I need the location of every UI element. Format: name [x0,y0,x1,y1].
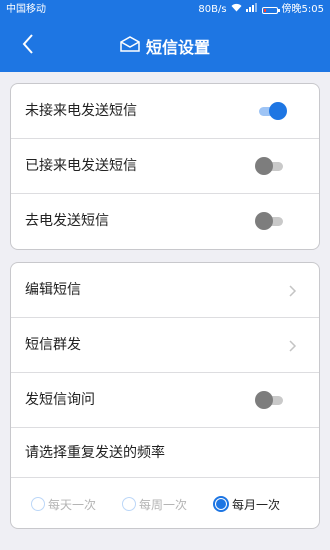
frequency-option-label: 每月一次 [232,497,281,512]
title-group: 短信设置 [0,20,330,72]
battery-icon [261,6,280,14]
status-bar: 中国移动 80B/s 傍晚5:05 [0,0,330,20]
answered-call-sms-row[interactable]: 已接来电发送短信 [11,139,319,194]
envelope-icon [120,36,140,56]
wifi-icon [231,0,242,20]
chevron-right-icon [287,283,297,297]
sms-inquiry-label: 发短信询问 [25,392,95,408]
radio-icon [31,497,45,511]
sms-settings-card: 编辑短信 短信群发 发短信询问 请选择重复发送的频率 每天一次 每周一次 每月一… [10,262,320,529]
edit-sms-row[interactable]: 编辑短信 [11,263,319,318]
chevron-right-icon [287,338,297,352]
edit-sms-label: 编辑短信 [25,282,81,298]
answered-call-sms-label: 已接来电发送短信 [25,158,137,174]
clock-time: 傍晚5:05 [281,4,324,15]
header-bar: 短信设置 [0,20,330,72]
signal-icon [245,0,258,20]
net-speed: 80B/s [198,4,227,15]
missed-call-sms-row[interactable]: 未接来电发送短信 [11,84,319,139]
frequency-options: 每天一次 每周一次 每月一次 [11,478,319,528]
frequency-option-monthly[interactable]: 每月一次 [213,494,280,514]
frequency-option-label: 每天一次 [48,497,97,512]
outgoing-call-sms-label: 去电发送短信 [25,213,109,229]
page-title: 短信设置 [145,38,210,57]
answered-call-sms-toggle[interactable] [255,157,285,175]
group-sms-row[interactable]: 短信群发 [11,318,319,373]
missed-call-sms-toggle[interactable] [257,102,287,120]
radio-icon [213,496,229,512]
carrier-name: 中国移动 [6,4,46,15]
frequency-option-label: 每周一次 [139,497,188,512]
missed-call-sms-label: 未接来电发送短信 [25,103,137,119]
auto-sms-card: 未接来电发送短信 已接来电发送短信 去电发送短信 [10,83,320,250]
outgoing-call-sms-toggle[interactable] [255,212,285,230]
group-sms-label: 短信群发 [25,337,81,353]
radio-icon [122,497,136,511]
status-right: 80B/s 傍晚5:05 [198,0,324,20]
sms-inquiry-toggle[interactable] [255,391,285,409]
frequency-label: 请选择重复发送的频率 [25,445,165,461]
frequency-option-daily[interactable]: 每天一次 [31,494,96,514]
frequency-option-weekly[interactable]: 每周一次 [122,494,187,514]
sms-inquiry-row[interactable]: 发短信询问 [11,373,319,428]
outgoing-call-sms-row[interactable]: 去电发送短信 [11,194,319,249]
frequency-row: 请选择重复发送的频率 [11,428,319,478]
